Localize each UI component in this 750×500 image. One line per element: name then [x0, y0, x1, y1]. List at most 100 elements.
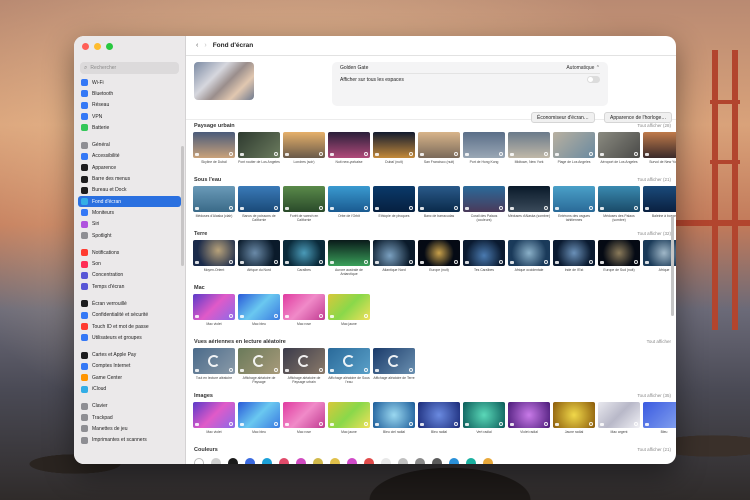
wallpaper-tile[interactable]: Pont routier de Los Angeles — [238, 132, 280, 174]
sidebar-item[interactable]: Manettes de jeu — [78, 423, 181, 434]
wallpaper-tile[interactable]: Moyen-Orient — [193, 240, 235, 282]
color-swatch[interactable] — [432, 458, 442, 464]
wallpaper-tile[interactable]: Aurore australe de Antarctique — [328, 240, 370, 282]
wallpaper-tile[interactable]: Mac rose — [283, 294, 325, 336]
color-swatch[interactable] — [398, 458, 408, 464]
wallpaper-tile[interactable]: Affichage aléatoire de Paysage — [238, 348, 280, 390]
sidebar-item[interactable]: Son — [78, 258, 181, 269]
wallpaper-tile[interactable]: Afrique du Nord — [238, 240, 280, 282]
wallpaper-tile[interactable]: Mac jaune — [328, 402, 370, 444]
sidebar-item[interactable]: Clavier — [78, 401, 181, 412]
sidebar-item[interactable]: Réseau — [78, 100, 181, 111]
wallpaper-tile[interactable]: Mac violet — [193, 294, 235, 336]
wallpaper-tile[interactable]: Mac violet — [193, 402, 235, 444]
color-swatch[interactable] — [466, 458, 476, 464]
color-swatch[interactable] — [262, 458, 272, 464]
color-swatch[interactable] — [347, 458, 357, 464]
wallpaper-tile[interactable]: Violet radial — [508, 402, 550, 444]
wallpaper-tile[interactable]: Mac argent — [598, 402, 640, 444]
wallpaper-tile[interactable]: Forêt de varech en Californie — [283, 186, 325, 228]
mode-select[interactable]: Automatique ⌃ — [566, 65, 600, 71]
sidebar-item[interactable]: iCloud — [78, 383, 181, 394]
sidebar-item[interactable]: Touch ID et mot de passe — [78, 321, 181, 332]
color-swatch[interactable] — [364, 458, 374, 464]
wallpaper-tile[interactable]: Méduses d'Alaska (clair) — [193, 186, 235, 228]
forward-button[interactable]: › — [204, 42, 206, 49]
sidebar-item[interactable]: Confidentialité et sécurité — [78, 310, 181, 321]
sidebar-item[interactable]: VPN — [78, 111, 181, 122]
wallpaper-tile[interactable]: Caraïbes — [283, 240, 325, 282]
wallpaper-tile[interactable]: Jaune radial — [553, 402, 595, 444]
search-input[interactable]: ⌕ Rechercher — [80, 62, 179, 74]
all-spaces-toggle[interactable] — [587, 76, 600, 83]
wallpaper-tile[interactable]: Orbe de l'Orbit — [328, 186, 370, 228]
wallpaper-tile[interactable]: Tes Caraïbes — [463, 240, 505, 282]
wallpaper-tile[interactable]: Midtown, New York — [508, 132, 550, 174]
wallpaper-tile[interactable]: San Francisco (nuit) — [418, 132, 460, 174]
wallpaper-tile[interactable]: Mac rose — [283, 402, 325, 444]
show-all-link[interactable]: Tout afficher (21) — [637, 447, 671, 452]
color-swatch[interactable] — [415, 458, 425, 464]
sidebar-item[interactable]: Trackpad — [78, 412, 181, 423]
wallpaper-tile[interactable]: Vert radial — [463, 402, 505, 444]
color-swatch[interactable] — [330, 458, 340, 464]
color-swatch[interactable] — [483, 458, 493, 464]
sidebar-item[interactable]: Accessibilité — [78, 151, 181, 162]
wallpaper-tile[interactable]: Port de Hong Kong — [463, 132, 505, 174]
show-all-link[interactable]: Tout afficher (21) — [637, 177, 671, 182]
wallpaper-tile[interactable]: Survol de New York — [643, 132, 676, 174]
show-all-link[interactable]: Tout afficher (35) — [637, 393, 671, 398]
sidebar-item[interactable]: Concentration — [78, 270, 181, 281]
wallpaper-tile[interactable]: Plage de Los Angeles — [553, 132, 595, 174]
color-swatch[interactable] — [449, 458, 459, 464]
sidebar-item[interactable]: Apparence — [78, 162, 181, 173]
sidebar-item[interactable]: Notifications — [78, 247, 181, 258]
wallpaper-tile[interactable]: Atlantique Nord — [373, 240, 415, 282]
wallpaper-tile[interactable]: Méduses d'Alaska (sombre) — [508, 186, 550, 228]
sidebar-item[interactable]: Moniteurs — [78, 207, 181, 218]
sidebar-item[interactable]: Game Center — [78, 372, 181, 383]
wallpaper-tile[interactable]: Ethiopie de phoques — [373, 186, 415, 228]
wallpaper-tile[interactable]: Affichage aléatoire de Terre — [373, 348, 415, 390]
wallpaper-tile[interactable]: Tout en lecture aléatoire — [193, 348, 235, 390]
wallpaper-tile[interactable]: Mac bleu — [238, 294, 280, 336]
sidebar-item[interactable]: Bureau et Dock — [78, 185, 181, 196]
wallpaper-tile[interactable]: Europe de Sud (nuit) — [598, 240, 640, 282]
show-all-link[interactable]: Tout afficher — [647, 339, 671, 344]
sidebar-item[interactable]: Temps d'écran — [78, 281, 181, 292]
wallpaper-tile[interactable]: Entérons des vagues tahitiennes — [553, 186, 595, 228]
wallpaper-tile[interactable]: Bleu — [643, 402, 676, 444]
wallpaper-tile[interactable]: Bancs de poissons de Californie — [238, 186, 280, 228]
wallpaper-mode-row[interactable]: Golden Gate Automatique ⌃ — [332, 62, 608, 73]
wallpaper-tile[interactable]: Affichage aléatoire de Sous l'eau — [328, 348, 370, 390]
sidebar-item[interactable]: Barre des menus — [78, 173, 181, 184]
sidebar-item[interactable]: Écran verrouillé — [78, 298, 181, 309]
color-swatch[interactable] — [245, 458, 255, 464]
zoom-button[interactable] — [106, 43, 113, 50]
sidebar-item[interactable]: Imprimantes et scanners — [78, 435, 181, 446]
color-swatch[interactable] — [296, 458, 306, 464]
wallpaper-tile[interactable]: Affichage aléatoire de Paysage urbain — [283, 348, 325, 390]
sidebar-item[interactable]: Comptes Internet — [78, 361, 181, 372]
sidebar-item[interactable]: Wi-Fi — [78, 77, 181, 88]
wallpaper-tile[interactable]: Skyline de Dubaï — [193, 132, 235, 174]
gallery-scrollbar[interactable] — [671, 216, 674, 316]
sidebar-item[interactable]: Utilisateurs et groupes — [78, 332, 181, 343]
wallpaper-tile[interactable]: Méduses des Palaos (sombre) — [598, 186, 640, 228]
wallpaper-tile[interactable]: Nuit new-yorkaise — [328, 132, 370, 174]
color-swatch[interactable] — [211, 458, 221, 464]
wallpaper-tile[interactable]: Aéroport de Los Angeles — [598, 132, 640, 174]
sidebar-item[interactable]: Cartes et Apple Pay — [78, 350, 181, 361]
wallpaper-tile[interactable]: Mac jaune — [328, 294, 370, 336]
show-all-link[interactable]: Tout afficher (28) — [637, 123, 671, 128]
wallpaper-tile[interactable]: Bleu radial — [418, 402, 460, 444]
color-swatch[interactable] — [194, 458, 204, 464]
wallpaper-tile[interactable]: Inde de l'Est — [553, 240, 595, 282]
color-swatch[interactable] — [313, 458, 323, 464]
sidebar-item[interactable]: Siri — [78, 219, 181, 230]
wallpaper-tile[interactable]: Londres (soir) — [283, 132, 325, 174]
wallpaper-tile[interactable]: Mac bleu — [238, 402, 280, 444]
wallpaper-tile[interactable]: Corail des Palaos (couleurs) — [463, 186, 505, 228]
wallpaper-tile[interactable]: Afrique occidentale — [508, 240, 550, 282]
color-swatch[interactable] — [381, 458, 391, 464]
